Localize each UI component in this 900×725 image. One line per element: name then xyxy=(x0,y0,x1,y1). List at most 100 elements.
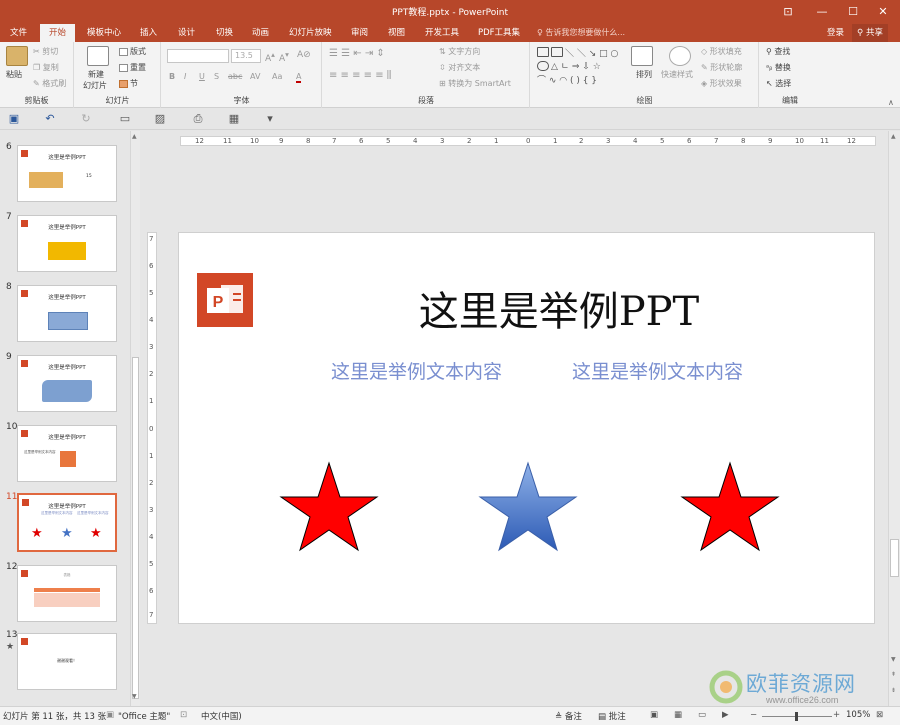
scroll-down-icon[interactable]: ▼ xyxy=(132,693,137,700)
comments-button[interactable]: ▤ 批注 xyxy=(598,710,626,722)
slide-canvas[interactable]: P 这里是举例PPT 这里是举例文本内容 这里是举例文本内容 xyxy=(178,232,875,624)
share-button[interactable]: ⚲ 共享 xyxy=(852,24,888,42)
shrink-font-button[interactable]: A▾ xyxy=(279,50,289,64)
save-icon[interactable]: ▣ xyxy=(6,111,22,127)
slide-count-status[interactable]: 幻灯片 第 11 张，共 13 张 xyxy=(3,710,106,722)
reading-view-icon[interactable]: ▭ xyxy=(698,710,706,720)
underline-button[interactable]: U xyxy=(199,72,205,81)
scroll-thumb[interactable] xyxy=(132,357,139,699)
tab-developer[interactable]: 开发工具 xyxy=(423,24,461,42)
minimize-button[interactable]: — xyxy=(805,0,839,24)
tab-pdf-tools[interactable]: PDF工具集 xyxy=(476,24,522,42)
new-slide-button[interactable]: 新建 xyxy=(88,69,104,80)
rounded-rect-shape-icon[interactable] xyxy=(537,61,549,71)
char-spacing-button[interactable]: AV xyxy=(250,72,260,81)
tab-transitions[interactable]: 切换 xyxy=(214,24,235,42)
thumbnail-slide-7[interactable]: 这里是举例PPT xyxy=(17,215,117,272)
scroll-up-icon[interactable]: ▲ xyxy=(891,133,896,140)
star-shape-right[interactable] xyxy=(680,461,780,552)
notes-button[interactable]: ≜ 备注 xyxy=(555,710,582,722)
slideshow-view-icon[interactable]: ▶ xyxy=(722,710,729,720)
language-status[interactable]: 中文(中国) xyxy=(201,710,242,722)
zoom-out-icon[interactable]: − xyxy=(750,710,757,720)
zoom-level[interactable]: 105% xyxy=(846,710,870,720)
tab-template-center[interactable]: 模板中心 xyxy=(85,24,123,42)
convert-smartart-button[interactable]: ⊞ 转换为 SmartArt xyxy=(439,78,511,89)
close-button[interactable]: ✕ xyxy=(866,0,900,24)
font-size-box[interactable]: 13.5 xyxy=(231,49,261,63)
tab-slideshow[interactable]: 幻灯片放映 xyxy=(287,24,334,42)
clear-format-button[interactable]: A⊘ xyxy=(297,50,311,60)
tab-view[interactable]: 视图 xyxy=(386,24,407,42)
scroll-down-icon[interactable]: ▼ xyxy=(891,656,896,663)
star-shape-left[interactable] xyxy=(279,461,379,552)
textbox-shape-icon[interactable] xyxy=(537,47,549,57)
maximize-button[interactable]: ☐ xyxy=(836,0,870,24)
triangle-shape-icons[interactable]: △ ㄴ ⇒ ⇩ ☆ xyxy=(551,59,601,72)
start-slideshow-icon[interactable]: ▭ xyxy=(117,111,133,127)
normal-view-icon[interactable]: ▣ xyxy=(650,710,658,720)
bullets-button[interactable]: ☰ ☰ ⇤ ⇥ ⇕ xyxy=(329,48,385,59)
strikethrough-button[interactable]: abc xyxy=(228,72,242,81)
reset-button[interactable]: 重置 xyxy=(119,62,146,73)
customize-qat-icon[interactable]: ▾ xyxy=(262,111,278,127)
thumbnail-slide-13[interactable]: 谢谢观看！ xyxy=(17,633,117,690)
tab-insert[interactable]: 插入 xyxy=(138,24,159,42)
line-shape-icons[interactable]: ＼ ＼ ↘ □ ○ xyxy=(565,46,618,59)
arrange-button[interactable]: 排列 xyxy=(636,69,652,80)
tab-animations[interactable]: 动画 xyxy=(250,24,271,42)
thumbnail-slide-8[interactable]: 这里是举例PPT xyxy=(17,285,117,342)
accessibility-icon[interactable]: ⊡ xyxy=(180,710,187,720)
grow-font-button[interactable]: A▴ xyxy=(265,50,275,64)
format-painter-button[interactable]: ✎ 格式刷 xyxy=(33,78,66,89)
present-icon[interactable]: ▦ xyxy=(226,111,242,127)
find-button[interactable]: ⚲ 查找 xyxy=(766,46,790,57)
italic-button[interactable]: I xyxy=(184,72,186,81)
scroll-thumb[interactable] xyxy=(890,539,899,577)
new-slide-button-2[interactable]: 幻灯片 xyxy=(83,80,107,91)
text-direction-button[interactable]: ⇅ 文字方向 xyxy=(439,46,480,57)
tab-home[interactable]: 开始 xyxy=(40,24,76,42)
align-text-button[interactable]: ⇳ 对齐文本 xyxy=(439,62,480,73)
scroll-up-icon[interactable]: ▲ xyxy=(132,133,137,140)
shape-fill-button[interactable]: ◇ 形状填充 xyxy=(701,46,742,57)
align-buttons[interactable]: ≡ ≡ ≡ ≡ ≡ ⫼ xyxy=(329,70,391,81)
thumbnail-scrollbar[interactable]: ▲ ▼ xyxy=(130,131,140,706)
select-button[interactable]: ↖ 选择 xyxy=(766,78,791,89)
spellcheck-icon[interactable]: ▣ xyxy=(106,710,114,720)
vtextbox-shape-icon[interactable] xyxy=(551,47,563,57)
screenshot-icon[interactable]: ⎙ xyxy=(190,111,206,127)
signin-link[interactable]: 登录 xyxy=(827,24,844,42)
shadow-button[interactable]: S xyxy=(214,72,219,81)
fit-slide-icon[interactable]: ⊠ xyxy=(876,710,883,720)
thumbnail-slide-10[interactable]: 这里是举例PPT 这里是举例文本内容 xyxy=(17,425,117,482)
font-name-box[interactable] xyxy=(167,49,229,63)
tab-review[interactable]: 审阅 xyxy=(349,24,370,42)
cut-button[interactable]: ✂ 剪切 xyxy=(33,46,58,57)
shape-outline-button[interactable]: ✎ 形状轮廓 xyxy=(701,62,742,73)
quick-styles-button[interactable]: 快速样式 xyxy=(661,69,693,80)
ribbon-display-button[interactable]: ⊡ xyxy=(771,0,805,24)
tab-file[interactable]: 文件 xyxy=(8,24,29,42)
change-case-button[interactable]: Aa xyxy=(272,72,282,81)
main-scrollbar[interactable]: ▲ ▼ ⇞ ⇟ xyxy=(888,131,900,706)
shape-effects-button[interactable]: ◈ 形状效果 xyxy=(701,78,742,89)
font-color-button[interactable]: A xyxy=(296,72,302,83)
zoom-in-icon[interactable]: + xyxy=(833,710,840,720)
slide-sorter-icon[interactable]: ▦ xyxy=(674,710,682,720)
thumbnail-slide-11[interactable]: 这里是举例PPT 这里是举例文本内容 这里是举例文本内容 ★ ★ ★ xyxy=(17,493,117,552)
bold-button[interactable]: B xyxy=(169,72,175,81)
thumbnail-slide-6[interactable]: 这里是举例PPT 15 xyxy=(17,145,117,202)
thumbnail-slide-9[interactable]: 这里是举例PPT xyxy=(17,355,117,412)
star-shape-middle[interactable] xyxy=(478,461,578,552)
tell-me-search[interactable]: ♀ 告诉我您想要做什么... xyxy=(537,24,625,42)
layout-button[interactable]: 版式 xyxy=(119,46,146,57)
thumbnail-slide-12[interactable]: 表格 xyxy=(17,565,117,622)
copy-button[interactable]: ❐ 复制 xyxy=(33,62,59,73)
section-button[interactable]: 节 xyxy=(119,78,138,89)
undo-icon[interactable]: ↶ xyxy=(42,111,58,127)
zoom-slider-thumb[interactable] xyxy=(795,712,798,721)
picture-icon[interactable]: ▨ xyxy=(152,111,168,127)
tab-design[interactable]: 设计 xyxy=(176,24,197,42)
paste-button[interactable]: 粘贴 xyxy=(6,69,22,80)
